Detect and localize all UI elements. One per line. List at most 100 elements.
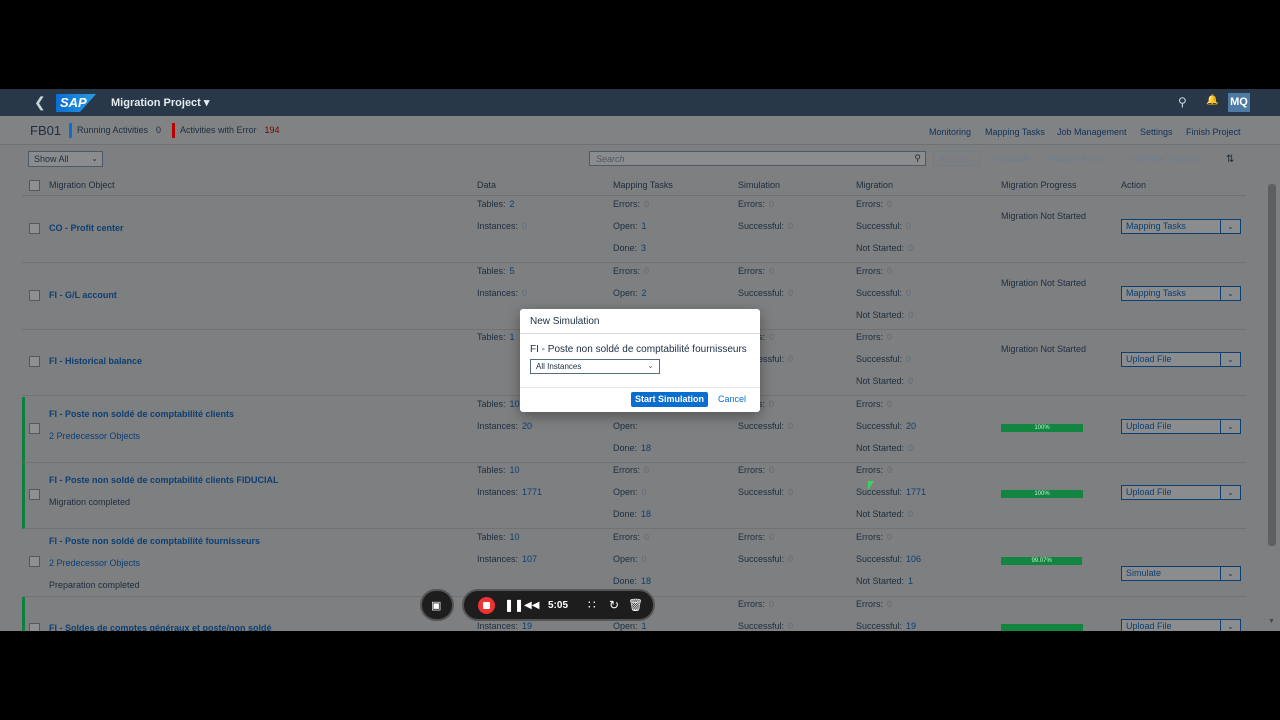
select-all-checkbox[interactable] [29,180,40,191]
simulation-errors-label: Errors: [738,199,765,209]
cancel-button[interactable]: Cancel [717,392,747,407]
chevron-down-icon[interactable]: ⌄ [1220,567,1240,580]
chevron-down-icon[interactable]: ⌄ [1220,486,1240,499]
row-action-button[interactable]: Upload File ⌄ [1121,352,1241,367]
nav-job-management[interactable]: Job Management [1057,127,1127,137]
chevron-down-icon[interactable]: ⌄ [1220,353,1240,366]
running-activities-tag[interactable]: Running Activities 0 [69,123,166,138]
chevron-down-icon[interactable]: ⌄ [1220,220,1240,233]
row-action-button[interactable]: Mapping Tasks ⌄ [1121,219,1241,234]
migration-object-link[interactable]: FI - Poste non soldé de comptabilité cli… [49,409,234,419]
shell-bar: ❮ SAP Migration Project ▾ ⚲ 🔔 MQ [0,89,1280,116]
vertical-scrollbar[interactable] [1268,184,1276,546]
chevron-down-icon[interactable]: ⌄ [1220,420,1240,433]
row-checkbox[interactable] [29,489,40,500]
nav-finish-project[interactable]: Finish Project [1186,127,1241,137]
row-checkbox[interactable] [29,223,40,234]
data-tables-value[interactable]: 10 [510,399,520,409]
mapping-open-value[interactable]: 1 [642,221,647,231]
stop-recording-icon[interactable] [478,597,495,614]
row-checkbox[interactable] [29,290,40,301]
simulation-successful-value: 0 [788,288,794,298]
mapping-done-value[interactable]: 18 [641,509,651,519]
nav-settings[interactable]: Settings [1140,127,1173,137]
mapping-done-value[interactable]: 3 [641,243,646,253]
migration-object-link[interactable]: CO - Profit center [49,223,124,233]
row-checkbox[interactable] [29,556,40,567]
migration-successful-value[interactable]: 20 [906,421,916,431]
data-tables-value[interactable]: 10 [510,465,520,475]
table-row[interactable]: FI - Poste non soldé de comptabilité cli… [22,463,1246,529]
app-title-menu[interactable]: Migration Project ▾ [111,96,209,109]
start-simulation-button[interactable]: Start Simulation [631,392,708,407]
search-icon[interactable]: ⚲ [914,153,921,164]
row-action-button[interactable]: Mapping Tasks ⌄ [1121,286,1241,301]
mapping-done-value[interactable]: 18 [641,443,651,453]
filter-select[interactable]: Show All ⌄ [28,151,103,167]
migration-object-link[interactable]: FI - Historical balance [49,356,142,366]
search-input[interactable]: Search ⚲ [589,151,926,166]
migration-object-link[interactable]: FI - G/L account [49,290,117,300]
activities-error-tag[interactable]: Activities with Error 194 [172,123,284,138]
back-chevron-icon[interactable]: ❮ [34,94,46,111]
instances-select[interactable]: All Instances ⌄ [530,359,660,374]
data-instances-value[interactable]: 20 [522,421,532,431]
mapping-open-value[interactable]: 2 [642,288,647,298]
migration-object-link[interactable]: FI - Soldes de comptes généraux et poste… [49,623,272,631]
row-action-button[interactable]: Simulate ⌄ [1121,566,1241,581]
messages-button[interactable]: Messages [993,151,1029,166]
row-checkbox[interactable] [29,623,40,631]
recorder-camera-control[interactable]: ▣ [420,589,454,621]
row-checkbox[interactable] [29,356,40,367]
data-instances-value[interactable]: 19 [522,621,532,631]
data-tables: Tables: 1 [477,332,515,342]
actions-button[interactable]: Actions ⌄ [933,151,981,166]
row-checkbox[interactable] [29,423,40,434]
user-avatar[interactable]: MQ [1228,93,1250,112]
nav-mapping-tasks[interactable]: Mapping Tasks [985,127,1045,137]
chevron-down-icon[interactable]: ⌄ [1220,620,1240,631]
mapping-done-label: Done: [613,509,638,519]
migration-successful: Successful: 0 [856,288,911,298]
row-action-button[interactable]: Upload File ⌄ [1121,619,1241,631]
search-icon[interactable]: ⚲ [1178,95,1187,109]
mapping-done-value[interactable]: 18 [641,576,651,586]
migration-object-link[interactable]: FI - Poste non soldé de comptabilité cli… [49,475,279,485]
sort-icon[interactable]: ⇅ [1226,154,1234,165]
mapping-open-value[interactable]: 1 [642,621,647,631]
table-row[interactable]: CO - Profit center Tables: 2 Instances: 0 Err… [22,197,1246,263]
download-template-button[interactable]: Download Template [1129,151,1199,166]
data-tables-value[interactable]: 5 [510,266,515,276]
row-action-button[interactable]: Upload File ⌄ [1121,485,1241,500]
table-row[interactable]: FI - Poste non soldé de comptabilité fou… [22,530,1246,597]
data-instances-value[interactable]: 107 [522,554,537,564]
row-action-button[interactable]: Upload File ⌄ [1121,419,1241,434]
simulation-successful-label: Successful: [738,288,785,298]
migration-successful-value[interactable]: 106 [906,554,921,564]
scroll-down-icon[interactable]: ▼ [1268,618,1275,625]
rewind-icon[interactable]: ◀◀ [524,600,539,611]
pause-icon[interactable]: ❚❚ [504,598,524,612]
data-instances-value[interactable]: 1771 [522,487,542,497]
migration-results-button[interactable]: Migration Results [1047,151,1109,166]
trash-icon[interactable]: 🗑 [628,598,643,612]
row-action-label: Upload File [1126,354,1172,364]
data-instances-label: Instances: [477,221,519,231]
migration-successful-value[interactable]: 19 [906,621,916,631]
data-tables-value[interactable]: 1 [510,332,515,342]
restart-icon[interactable]: ↻ [609,598,619,612]
migration-object-link[interactable]: FI - Poste non soldé de comptabilité fou… [49,536,260,546]
migration-not-started-value: 0 [908,509,914,519]
nav-monitoring[interactable]: Monitoring [929,127,971,137]
object-subtext[interactable]: 2 Predecessor Objects [49,431,140,441]
data-tables-value[interactable]: 10 [510,532,520,542]
object-subtext[interactable]: 2 Predecessor Objects [49,558,140,568]
migration-not-started-value[interactable]: 1 [908,576,913,586]
migration-successful-value[interactable]: 1771 [906,487,926,497]
chevron-down-icon[interactable]: ⌄ [1220,287,1240,300]
data-instances: Instances: 19 [477,621,532,631]
grid-icon[interactable]: ∷ [588,598,596,612]
notification-bell-icon[interactable]: 🔔 [1206,95,1218,106]
recording-time: 5:05 [548,600,569,611]
data-tables-value[interactable]: 2 [510,199,515,209]
